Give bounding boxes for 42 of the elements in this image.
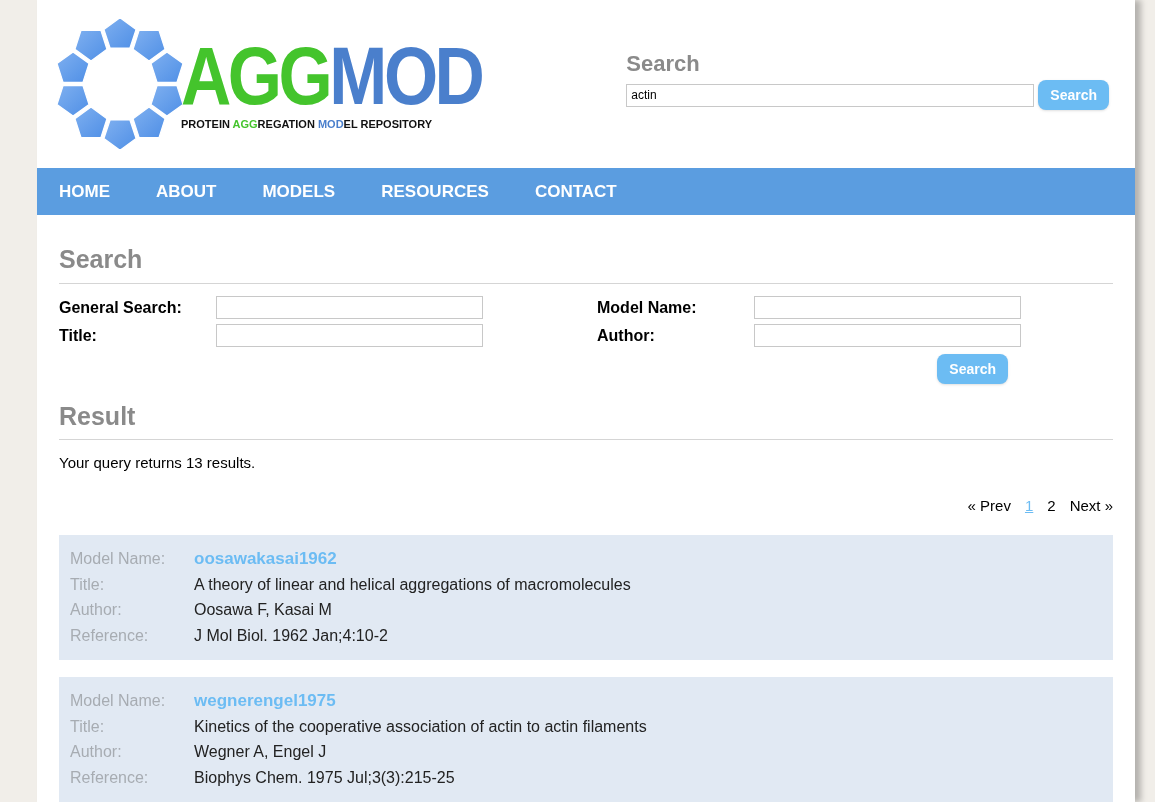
model-name-link[interactable]: wegnerengel1975 (194, 688, 336, 714)
field-value: Oosawa F, Kasai M (194, 600, 332, 620)
search-button[interactable]: Search (1038, 80, 1109, 111)
header-search-title: Search (626, 50, 701, 79)
pagination-link[interactable]: « Prev (967, 494, 1011, 517)
search-button[interactable]: Search (937, 353, 1008, 384)
section-title: Search (59, 241, 1113, 284)
header-search-field[interactable]: actin (626, 83, 1035, 107)
field-label: General Search: (59, 297, 183, 318)
field-label: Model Name: (597, 297, 698, 318)
pagination-link[interactable]: 1 (1024, 494, 1034, 517)
field-value: Wegner A, Engel J (194, 742, 327, 762)
field-value: A theory of linear and helical aggregations of macromolecules (194, 574, 631, 595)
field-value: J Mol Biol. 1962 Jan;4:10-2 (194, 625, 388, 646)
nav-link[interactable]: ABOUT (156, 178, 217, 205)
field-label: Model Name: (70, 549, 167, 569)
search-field[interactable] (216, 324, 483, 347)
nav-link[interactable]: MODELS (262, 178, 336, 205)
search-field[interactable] (216, 296, 483, 319)
search-field[interactable] (754, 296, 1021, 319)
field-value: Biophys Chem. 1975 Jul;3(3):215-25 (194, 767, 455, 788)
nav-link[interactable]: CONTACT (534, 178, 617, 205)
search-field[interactable] (754, 324, 1021, 347)
logo-tagline: PROTEIN AGGREGATION MODEL REPOSITORY (181, 116, 433, 132)
field-label: Reference: (70, 625, 150, 646)
pagination-link[interactable]: Next » (1069, 494, 1113, 517)
result-summary: Your query returns 13 results. (59, 453, 257, 473)
pagination-link[interactable]: 2 (1047, 494, 1056, 517)
model-name-link[interactable]: oosawakasai1962 (194, 546, 337, 572)
field-label: Title: (70, 716, 106, 737)
field-label: Author: (70, 600, 123, 620)
field-label: Author: (597, 325, 656, 346)
field-label: Title: (59, 325, 98, 346)
field-label: Title: (70, 574, 106, 595)
nav-link[interactable]: HOME (59, 178, 110, 205)
field-label: Model Name: (70, 691, 167, 711)
section-title: Result (59, 397, 1113, 440)
field-label: Reference: (70, 767, 150, 788)
logo-wordmark: AGGMOD (181, 35, 482, 116)
field-label: Author: (70, 742, 123, 762)
nav-link[interactable]: RESOURCES (381, 178, 489, 205)
field-value: Kinetics of the cooperative association of actin to actin filaments (194, 716, 647, 737)
